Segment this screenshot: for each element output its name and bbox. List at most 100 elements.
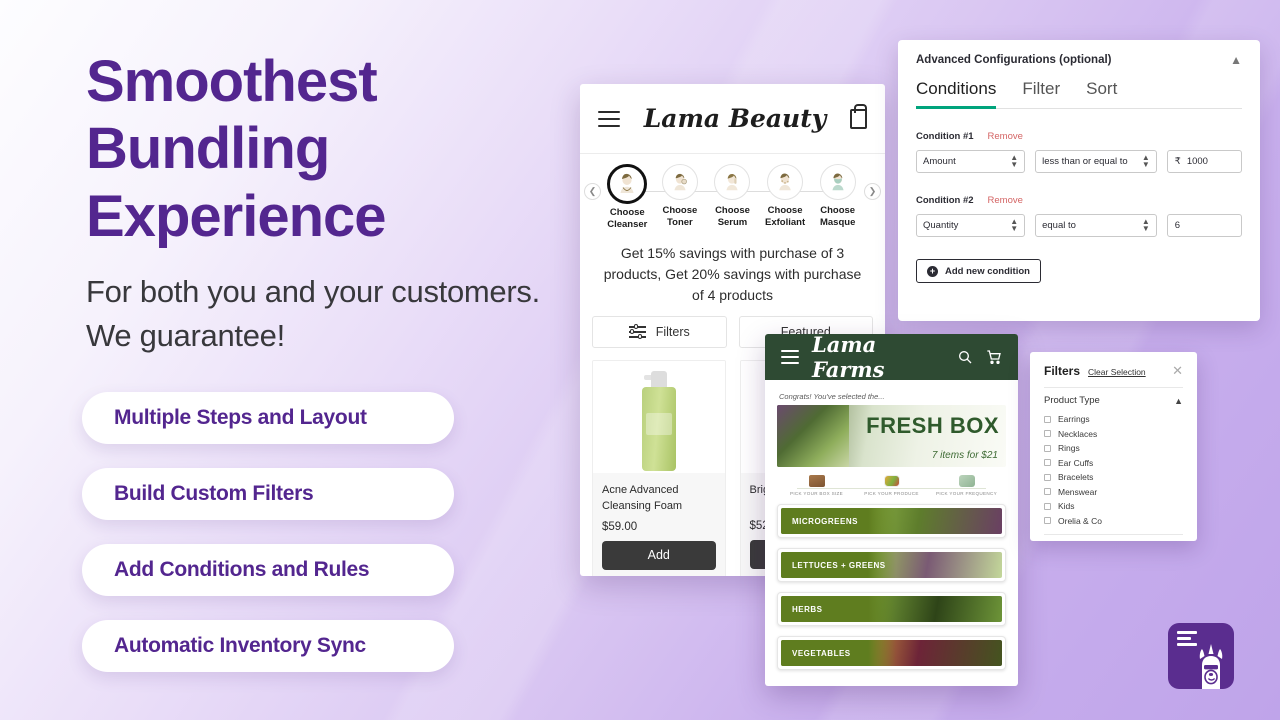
promo-banner: Smoothest Bundling Experience For both y… — [0, 0, 1280, 720]
bundle-step[interactable]: Choose Cleanser — [601, 164, 654, 231]
farms-storefront-mockup: Lama Farms Congrats! You've selected the… — [765, 334, 1018, 686]
farms-step[interactable]: PICK YOUR FREQUENCY — [929, 475, 1004, 496]
checkbox-icon[interactable] — [1044, 444, 1051, 452]
face-masque-icon — [819, 164, 856, 200]
chevron-up-icon[interactable]: ▲ — [1230, 53, 1242, 67]
bundle-step[interactable]: Choose Exfoliant — [759, 164, 812, 231]
remove-condition-link[interactable]: Remove — [988, 195, 1023, 206]
chevron-down-icon: ▲ ▼ — [1141, 152, 1150, 169]
produce-photo — [777, 405, 849, 467]
category-label: LETTUCES + GREENS — [781, 552, 896, 578]
checkbox-icon[interactable] — [1044, 488, 1051, 495]
checkbox-icon[interactable] — [1044, 415, 1051, 423]
truck-icon — [958, 475, 975, 487]
filter-option[interactable]: Rings — [1044, 443, 1183, 453]
chevron-down-icon: ▲ ▼ — [1141, 216, 1150, 233]
close-icon[interactable]: ✕ — [1172, 364, 1183, 377]
bundle-step-label: Choose Exfoliant — [765, 205, 806, 228]
category-card[interactable]: VEGETABLES — [777, 636, 1006, 670]
condition-operator-select[interactable]: equal to ▲ ▼ — [1035, 214, 1157, 237]
farms-step-nav: PICK YOUR BOX SIZE PICK YOUR PRODUCE PIC… — [765, 467, 1018, 502]
filter-option-label: Menswear — [1058, 486, 1098, 497]
filter-option-label: Rings — [1058, 443, 1080, 453]
add-to-bundle-button[interactable]: Add — [602, 540, 716, 570]
hero-text-block: Smoothest Bundling Experience For both y… — [86, 48, 556, 359]
checkbox-icon[interactable] — [1044, 459, 1051, 466]
filter-option[interactable]: Orelia & Co — [1044, 516, 1183, 526]
clear-selection-link[interactable]: Clear Selection — [1088, 367, 1146, 377]
condition-field-select[interactable]: Quantity ▲ ▼ — [916, 214, 1026, 237]
promo-text: Get 15% savings with purchase of 3 produ… — [603, 244, 862, 303]
condition-operator-value: less than or equal to — [1042, 156, 1128, 167]
checkbox-icon[interactable] — [1044, 430, 1051, 437]
chevron-right-icon[interactable]: ❯ — [864, 183, 881, 200]
filter-option-label: Ear Cuffs — [1058, 457, 1094, 468]
produce-icon — [883, 475, 900, 487]
tab-filter[interactable]: Filter — [1022, 79, 1060, 109]
farms-store-name: Lama Farms — [812, 334, 885, 382]
product-card[interactable]: Acne Advanced Cleansing Foam $59.00 Add — [592, 359, 726, 576]
chevron-left-icon[interactable]: ❮ — [584, 183, 601, 200]
feature-pill[interactable]: Build Custom Filters — [82, 468, 454, 520]
filter-option-label: Kids — [1058, 501, 1075, 511]
tab-sort[interactable]: Sort — [1086, 79, 1117, 109]
face-exfoliant-icon — [767, 164, 804, 200]
add-new-condition-label: Add new condition — [945, 265, 1030, 277]
farms-step[interactable]: PICK YOUR BOX SIZE — [779, 475, 854, 496]
filter-group-label: Product Type — [1044, 395, 1100, 406]
category-card[interactable]: HERBS — [777, 592, 1006, 626]
condition-value-input[interactable]: ₹ 1000 — [1166, 150, 1242, 173]
filter-option[interactable]: Menswear — [1044, 487, 1183, 497]
farms-header: Lama Farms — [765, 334, 1018, 382]
bundle-step-label: Choose Masque — [819, 205, 856, 228]
bundle-step[interactable]: Choose Serum — [706, 164, 759, 231]
farms-step-label: PICK YOUR FREQUENCY — [935, 491, 997, 496]
condition-value-input[interactable]: 6 — [1166, 214, 1242, 237]
farms-step[interactable]: PICK YOUR PRODUCE — [854, 475, 929, 496]
checkbox-icon[interactable] — [1044, 517, 1051, 524]
condition-operator-select[interactable]: less than or equal to ▲ ▼ — [1035, 150, 1157, 173]
add-new-condition-button[interactable]: + Add new condition — [916, 259, 1041, 283]
search-icon[interactable] — [957, 349, 973, 365]
category-card[interactable]: MICROGREENS — [777, 504, 1006, 538]
feature-pill[interactable]: Multiple Steps and Layout — [82, 392, 454, 444]
feature-label: Build Custom Filters — [114, 482, 314, 505]
chevron-down-icon: ▲ ▼ — [1010, 216, 1019, 233]
panel-title: Advanced Configurations (optional) — [916, 54, 1112, 66]
farms-step-label: PICK YOUR PRODUCE — [864, 491, 919, 496]
advanced-configurations-panel: Advanced Configurations (optional) ▲ Con… — [898, 40, 1260, 321]
category-list: MICROGREENS LETTUCES + GREENS HERBS VEGE… — [765, 502, 1018, 670]
shopping-bag-icon[interactable] — [850, 103, 867, 129]
filter-option[interactable]: Ear Cuffs — [1044, 458, 1183, 468]
hamburger-icon[interactable] — [598, 106, 620, 132]
feature-label: Multiple Steps and Layout — [114, 406, 367, 429]
tab-conditions[interactable]: Conditions — [916, 79, 997, 109]
beauty-header: Lama Beauty — [580, 84, 885, 154]
filters-chip[interactable]: Filters — [592, 315, 727, 348]
filter-option[interactable]: Bracelets — [1044, 472, 1183, 482]
hamburger-icon[interactable] — [781, 346, 799, 368]
checkbox-icon[interactable] — [1044, 473, 1051, 481]
filter-group-header[interactable]: Product Type ▲ — [1044, 395, 1183, 406]
condition-field-select[interactable]: Amount ▲ ▼ — [916, 150, 1026, 173]
bundle-step[interactable]: Choose Masque — [811, 164, 864, 231]
remove-condition-link[interactable]: Remove — [988, 131, 1023, 142]
condition-operator-value: equal to — [1042, 220, 1076, 231]
bundle-step[interactable]: Choose Toner — [654, 164, 707, 231]
filter-option[interactable]: Necklaces — [1044, 429, 1183, 439]
condition-field-value: Quantity — [923, 220, 959, 231]
filter-option[interactable]: Kids — [1044, 501, 1183, 511]
shopping-cart-icon[interactable] — [986, 349, 1002, 365]
checkbox-icon[interactable] — [1044, 502, 1051, 510]
filter-option-label: Earrings — [1058, 414, 1090, 424]
filter-option[interactable]: Earrings — [1044, 414, 1183, 424]
cleanser-bottle-icon — [641, 370, 676, 471]
box-icon — [808, 475, 825, 487]
feature-pill[interactable]: Add Conditions and Rules — [82, 544, 454, 596]
feature-pill[interactable]: Automatic Inventory Sync — [82, 620, 454, 672]
condition-row: Amount ▲ ▼ less than or equal to ▲ ▼ ₹ 100… — [916, 150, 1242, 173]
congrats-text: Congrats! You've selected the... — [779, 392, 885, 401]
category-card[interactable]: LETTUCES + GREENS — [777, 548, 1006, 582]
face-toner-icon — [661, 164, 698, 200]
beauty-store-name: Lama Beauty — [643, 104, 827, 133]
